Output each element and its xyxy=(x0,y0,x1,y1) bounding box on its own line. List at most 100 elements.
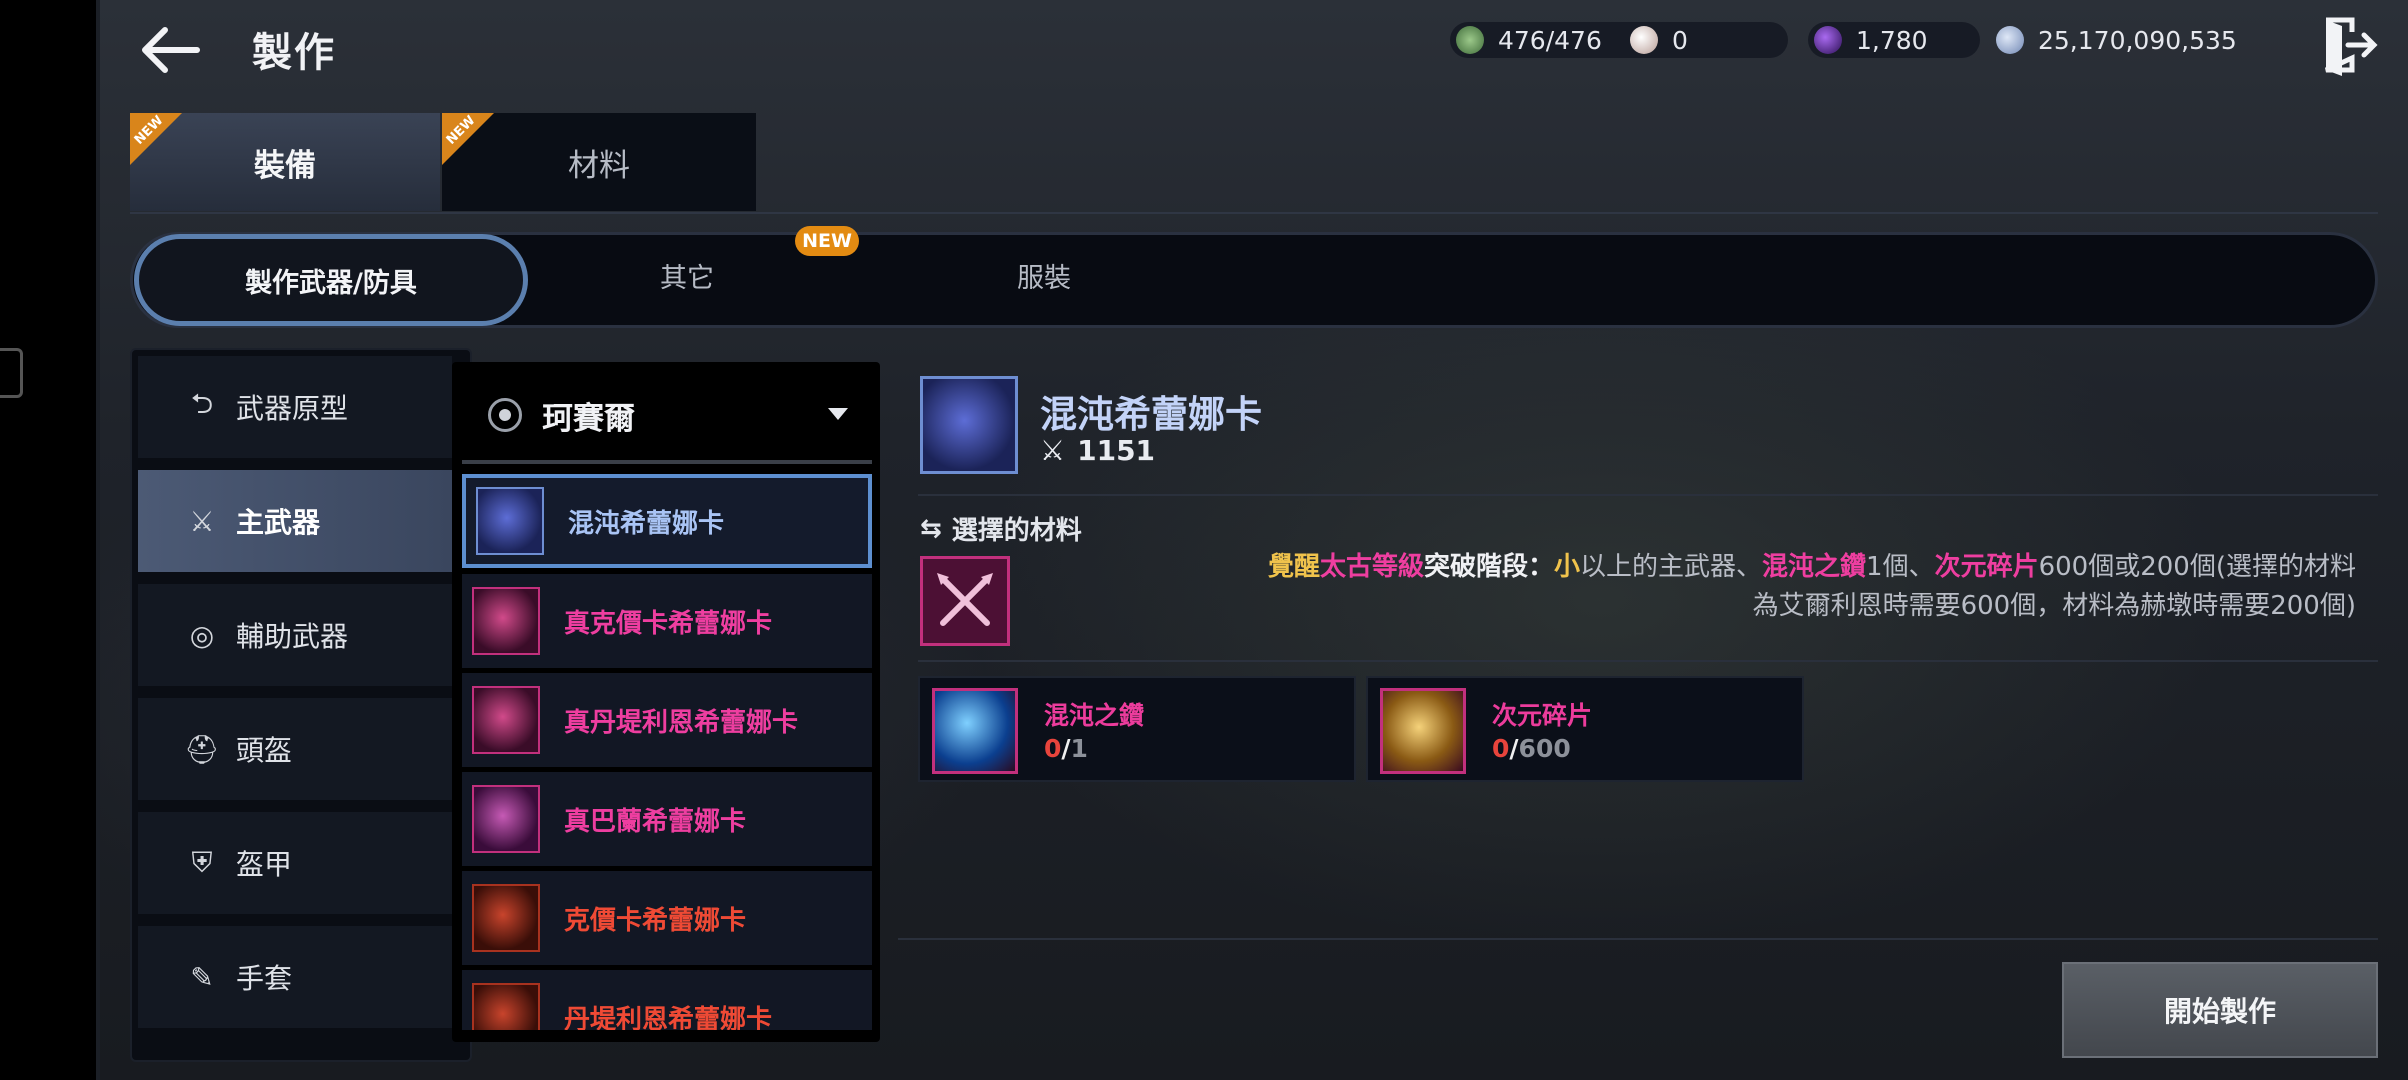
subtab-costume[interactable]: 服裝 xyxy=(1017,256,1071,295)
list-item[interactable]: 丹堤利恩希蕾娜卡 xyxy=(462,970,872,1030)
power-value: 1151 xyxy=(1077,434,1156,467)
new-badge: NEW xyxy=(795,226,859,256)
gold-shard-icon xyxy=(1380,688,1466,774)
selected-material-heading: ⇆ 選擇的材料 xyxy=(920,510,1082,547)
item-list[interactable]: 混沌希蕾娜卡 真克價卡希蕾娜卡 真丹堤利恩希蕾娜卡 真巴蘭希蕾娜卡 克價卡希蕾娜… xyxy=(462,470,874,1030)
blue-gem-icon xyxy=(932,688,1018,774)
class-dropdown-value: 珂賽爾 xyxy=(542,400,635,437)
resource-pearl: 0 xyxy=(1624,22,1794,58)
desc-text: 600個或200個(選擇的材料 xyxy=(2038,552,2356,582)
weapon-thumb-icon xyxy=(472,587,540,655)
material-slot[interactable] xyxy=(920,556,1010,646)
dark-orb-value: 1,780 xyxy=(1856,25,1928,55)
back-button[interactable] xyxy=(135,22,205,78)
count-have: 0 xyxy=(1044,734,1062,763)
return-arrow-icon: ⮌ xyxy=(190,387,214,420)
tabs-divider xyxy=(130,212,2378,214)
swap-arrows-icon: ⇆ xyxy=(920,513,942,544)
stamina-icon xyxy=(1456,26,1484,54)
helmet-icon: ⛑ xyxy=(184,732,220,766)
back-arrow-icon xyxy=(142,27,200,73)
list-item[interactable]: 混沌希蕾娜卡 xyxy=(462,474,872,568)
category-main-weapon[interactable]: ⚔ 主武器 xyxy=(136,468,454,574)
requirement-chaos-diamond[interactable]: 混沌之鑽 0/1 xyxy=(918,676,1356,782)
side-handle[interactable] xyxy=(0,348,23,398)
subtab-other[interactable]: 其它 xyxy=(660,256,714,295)
category-gloves[interactable]: ✎ 手套 xyxy=(136,924,454,1030)
silver-value: 25,170,090,535 xyxy=(2038,25,2237,55)
category-label: 盔甲 xyxy=(236,848,293,881)
desc-text: 1個、 xyxy=(1866,552,1935,582)
tab-materials-label: 材料 xyxy=(568,147,630,184)
left-black-bar xyxy=(0,0,100,1080)
count-need: 600 xyxy=(1518,734,1571,763)
class-dropdown[interactable]: 珂賽爾 xyxy=(470,370,870,460)
requirement-count: 0/1 xyxy=(1044,734,1088,763)
desc-text: 以上的主武器、 xyxy=(1580,552,1763,582)
category-label: 手套 xyxy=(236,962,293,995)
requirement-count: 0/600 xyxy=(1492,734,1571,763)
bottom-divider xyxy=(898,938,2378,940)
weapon-thumb-icon xyxy=(476,487,544,555)
item-name: 真丹堤利恩希蕾娜卡 xyxy=(564,707,799,738)
resource-silver: 25,170,090,535 xyxy=(1990,22,2240,58)
item-name: 真巴蘭希蕾娜卡 xyxy=(564,806,747,837)
selected-material-label: 選擇的材料 xyxy=(951,516,1082,546)
list-item[interactable]: 真丹堤利恩希蕾娜卡 xyxy=(462,673,872,767)
description-line-2: 為艾爾利恩時需要600個，材料為赫墩時需要200個) xyxy=(1752,591,2356,621)
exit-door-icon xyxy=(2324,17,2378,76)
crossed-swords-icon: ⚔ xyxy=(189,504,215,538)
pearl-icon xyxy=(1630,26,1658,54)
list-item[interactable]: 真克價卡希蕾娜卡 xyxy=(462,574,872,668)
detail-divider xyxy=(918,660,2378,662)
count-have: 0 xyxy=(1492,734,1510,763)
desc-stage-value: 小 xyxy=(1553,552,1580,582)
item-name: 丹堤利恩希蕾娜卡 xyxy=(564,1004,773,1031)
exit-button[interactable] xyxy=(2318,14,2378,76)
category-sub-weapon[interactable]: ◎ 輔助武器 xyxy=(136,582,454,688)
requirement-name: 混沌之鑽 xyxy=(1044,701,1145,730)
weapon-thumb-icon xyxy=(472,785,540,853)
crossed-swords-icon xyxy=(937,573,993,626)
count-need: 1 xyxy=(1070,734,1088,763)
selected-weapon-name: 混沌希蕾娜卡 xyxy=(1040,393,1262,436)
category-label: 武器原型 xyxy=(236,392,349,425)
dark-orb-icon xyxy=(1814,26,1842,54)
detail-divider xyxy=(918,494,2378,496)
category-weapon-prototype[interactable]: ⮌ 武器原型 xyxy=(136,354,454,460)
desc-stage: 突破階段： xyxy=(1423,552,1554,582)
item-name: 克價卡希蕾娜卡 xyxy=(564,905,747,936)
list-item[interactable]: 克價卡希蕾娜卡 xyxy=(462,871,872,965)
crossed-swords-icon: ⚔ xyxy=(1040,434,1066,467)
list-item[interactable]: 真巴蘭希蕾娜卡 xyxy=(462,772,872,866)
requirement-dimension-shard[interactable]: 次元碎片 0/600 xyxy=(1366,676,1804,782)
desc-material-2: 次元碎片 xyxy=(1934,552,2039,582)
armor-icon: ⛨ xyxy=(191,846,213,879)
caret-down-icon xyxy=(828,408,848,420)
requirement-name: 次元碎片 xyxy=(1492,701,1593,730)
item-name: 真克價卡希蕾娜卡 xyxy=(564,608,773,639)
resource-dark-orb: 1,780 xyxy=(1808,22,1980,58)
desc-awaken: 覺醒 xyxy=(1267,552,1320,582)
weapon-thumb-icon xyxy=(472,686,540,754)
requirement-description: 覺醒太古等級突破階段：小以上的主武器、混沌之鑽1個、次元碎片600個或200個(… xyxy=(1100,548,2356,626)
silver-coin-icon xyxy=(1996,26,2024,54)
item-name: 混沌希蕾娜卡 xyxy=(568,508,725,539)
category-label: 主武器 xyxy=(236,506,321,539)
page-title: 製作 xyxy=(252,30,336,76)
start-crafting-button[interactable]: 開始製作 xyxy=(2062,962,2378,1058)
subtab-weapons-armor[interactable]: 製作武器/防具 xyxy=(134,234,528,326)
pearl-value: 0 xyxy=(1672,25,1688,55)
description-line-1: 覺醒太古等級突破階段：小以上的主武器、混沌之鑽1個、次元碎片600個或200個(… xyxy=(1100,548,2356,587)
category-helmet[interactable]: ⛑ 頭盔 xyxy=(136,696,454,802)
category-label: 輔助武器 xyxy=(236,620,349,653)
desc-grade: 太古等級 xyxy=(1319,552,1424,582)
desc-material-1: 混沌之鑽 xyxy=(1762,552,1867,582)
ring-target-icon: ◎ xyxy=(189,618,215,652)
tab-materials[interactable]: NEW 材料 xyxy=(442,113,756,211)
weapon-thumb-icon xyxy=(472,884,540,952)
class-radio-icon xyxy=(488,398,522,432)
tab-equipment[interactable]: NEW 裝備 xyxy=(130,113,440,211)
category-armor[interactable]: ⛨ 盔甲 xyxy=(136,810,454,916)
category-label: 頭盔 xyxy=(236,734,293,767)
